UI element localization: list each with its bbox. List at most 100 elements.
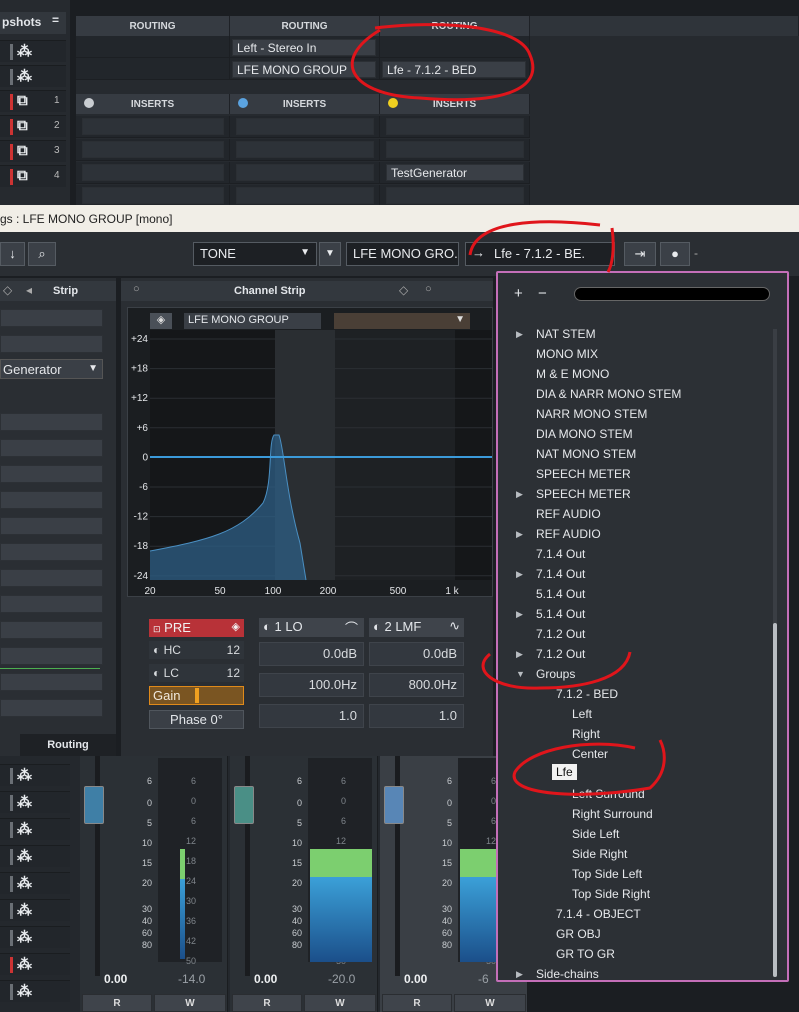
collapsed-arrow-icon[interactable]: ▶ <box>516 969 523 980</box>
speaker-small-icon[interactable]: ◂ <box>26 283 32 297</box>
read-button[interactable]: R <box>82 994 152 1012</box>
output-routing-select[interactable]: → Lfe - 7.1.2 - BE. <box>465 242 615 266</box>
gain-control[interactable]: Gain <box>149 686 244 705</box>
collapsed-arrow-icon[interactable]: ▶ <box>516 569 523 580</box>
eq-display[interactable]: ◈ LFE MONO GROUP ▼ +24 +18 +12 +6 0 -6 -12 -18-… <box>127 307 493 597</box>
volume-fader[interactable] <box>84 786 104 824</box>
popup-item[interactable]: MONO MIX <box>536 347 598 361</box>
track-row[interactable]: ⧉ 4 <box>0 165 66 187</box>
routing-exit-icon[interactable]: ⇥ <box>624 242 656 266</box>
popup-item[interactable]: DIA & NARR MONO STEM <box>536 387 681 401</box>
arrow-down-icon[interactable]: ↓ <box>0 242 25 266</box>
collapsed-arrow-icon[interactable]: ▶ <box>516 489 523 500</box>
phase-button[interactable]: Phase 0° <box>149 710 244 729</box>
strip-tab[interactable]: Strip <box>53 285 78 297</box>
popup-item[interactable]: REF AUDIO <box>536 527 601 541</box>
power-icon[interactable]: ○ <box>133 283 140 295</box>
strip-slot[interactable] <box>0 699 103 717</box>
popup-item[interactable]: Right <box>572 727 600 741</box>
strip-slot[interactable] <box>0 413 103 431</box>
track-row[interactable]: ⁂ <box>0 40 66 62</box>
write-button[interactable]: W <box>454 994 526 1012</box>
insert-slot[interactable] <box>236 187 374 204</box>
add-icon[interactable]: + <box>514 285 523 302</box>
popup-item[interactable]: 7.1.4 - OBJECT <box>556 907 641 921</box>
strip-slot[interactable] <box>0 543 103 561</box>
scrollbar-thumb[interactable] <box>773 623 777 977</box>
mixer-track-row[interactable]: ⁂ <box>0 926 70 948</box>
band1-q[interactable]: 1.0 <box>259 704 364 728</box>
strip-slot[interactable] <box>0 491 103 509</box>
popup-item[interactable]: NAT MONO STEM <box>536 447 636 461</box>
search-field[interactable] <box>574 287 770 301</box>
strip-slot[interactable] <box>0 465 103 483</box>
popup-item[interactable]: Left Surround <box>572 787 645 801</box>
insert-slot[interactable] <box>236 164 374 181</box>
write-button[interactable]: W <box>154 994 226 1012</box>
volume-fader[interactable] <box>384 786 404 824</box>
popup-item[interactable]: NAT STEM <box>536 327 596 341</box>
eq-graph[interactable]: +24 +18 +12 +6 0 -6 -12 -18 -24 20 50 100 200 500 1 k <box>128 308 494 598</box>
band1-gain[interactable]: 0.0dB <box>259 642 364 666</box>
volume-readout[interactable]: 0.00 <box>404 972 427 986</box>
remove-icon[interactable]: − <box>538 285 547 302</box>
collapsed-arrow-icon[interactable]: ▶ <box>516 649 523 660</box>
menu-icon[interactable]: = <box>52 13 59 27</box>
diamond-icon[interactable]: ◇ <box>3 283 12 297</box>
popup-item[interactable]: 7.1.4 Out <box>536 547 585 561</box>
search-icon[interactable]: ⌕ <box>28 242 56 266</box>
lowshelf-icon[interactable]: ⌒ <box>345 618 358 637</box>
popup-item[interactable]: SPEECH METER <box>536 467 631 481</box>
diamond-icon[interactable]: ◇ <box>399 283 408 297</box>
popup-item[interactable]: Right Surround <box>572 807 653 821</box>
popup-item[interactable]: NARR MONO STEM <box>536 407 647 421</box>
band1-freq[interactable]: 100.0Hz <box>259 673 364 697</box>
popup-item[interactable]: 7.1.4 Out <box>536 567 585 581</box>
popup-item[interactable]: 5.1.4 Out <box>536 587 585 601</box>
insert-slot[interactable] <box>236 118 374 135</box>
mixer-track-row[interactable]: ⁂ <box>0 845 70 867</box>
strip-slot[interactable] <box>0 309 103 327</box>
popup-item[interactable]: Top Side Left <box>572 867 642 881</box>
popup-item[interactable]: 7.1.2 Out <box>536 627 585 641</box>
insert-slot[interactable] <box>82 118 224 135</box>
popup-item[interactable]: Lfe <box>552 764 577 780</box>
popup-item[interactable]: Groups <box>536 667 575 681</box>
mixer-track-row[interactable]: ⁂ <box>0 872 70 894</box>
insert-slot[interactable] <box>386 118 524 135</box>
track-row[interactable]: ⧉ 3 <box>0 140 66 162</box>
strip-slot[interactable] <box>0 517 103 535</box>
mixer-track-row[interactable]: ⁂ <box>0 764 70 786</box>
popup-item[interactable]: Side-chains <box>536 967 599 981</box>
read-button[interactable]: R <box>232 994 302 1012</box>
strip-slot[interactable] <box>0 335 103 353</box>
popup-item[interactable]: M & E MONO <box>536 367 609 381</box>
insert-status-dot[interactable] <box>388 98 398 108</box>
popup-item[interactable]: DIA MONO STEM <box>536 427 633 441</box>
collapsed-arrow-icon[interactable]: ▶ <box>516 609 523 620</box>
power-icon[interactable]: ◐ <box>263 619 271 634</box>
track-row[interactable]: ⧉ 1 <box>0 90 66 112</box>
track-row[interactable]: ⧉ 2 <box>0 115 66 137</box>
peak-readout[interactable]: -6 <box>478 972 489 986</box>
hc-button[interactable]: ◐ HC 12 <box>149 641 244 659</box>
popup-item[interactable]: Side Left <box>572 827 619 841</box>
power-icon[interactable]: ○ <box>425 283 432 295</box>
mixer-track-row[interactable]: ⁂ <box>0 818 70 840</box>
strip-slot[interactable] <box>0 439 103 457</box>
insert-slot[interactable] <box>82 187 224 204</box>
mixer-track-row[interactable]: ⁂ <box>0 980 70 1002</box>
popup-item[interactable]: Side Right <box>572 847 627 861</box>
band2-gain[interactable]: 0.0dB <box>369 642 464 666</box>
expanded-arrow-icon[interactable]: ▼ <box>516 669 525 679</box>
peak-readout[interactable]: -14.0 <box>178 972 205 986</box>
routing-tab[interactable]: Routing <box>20 734 116 756</box>
band2-freq[interactable]: 800.0Hz <box>369 673 464 697</box>
insert-status-dot[interactable] <box>238 98 248 108</box>
lc-button[interactable]: ◐ LC 12 <box>149 664 244 682</box>
input-routing-select[interactable]: LFE MONO GRO. <box>346 242 459 266</box>
diamond-icon[interactable]: ◈ <box>232 620 240 633</box>
popup-item[interactable]: Left <box>572 707 592 721</box>
strip-slot[interactable] <box>0 569 103 587</box>
mixer-track-row[interactable]: ⁂ <box>0 791 70 813</box>
